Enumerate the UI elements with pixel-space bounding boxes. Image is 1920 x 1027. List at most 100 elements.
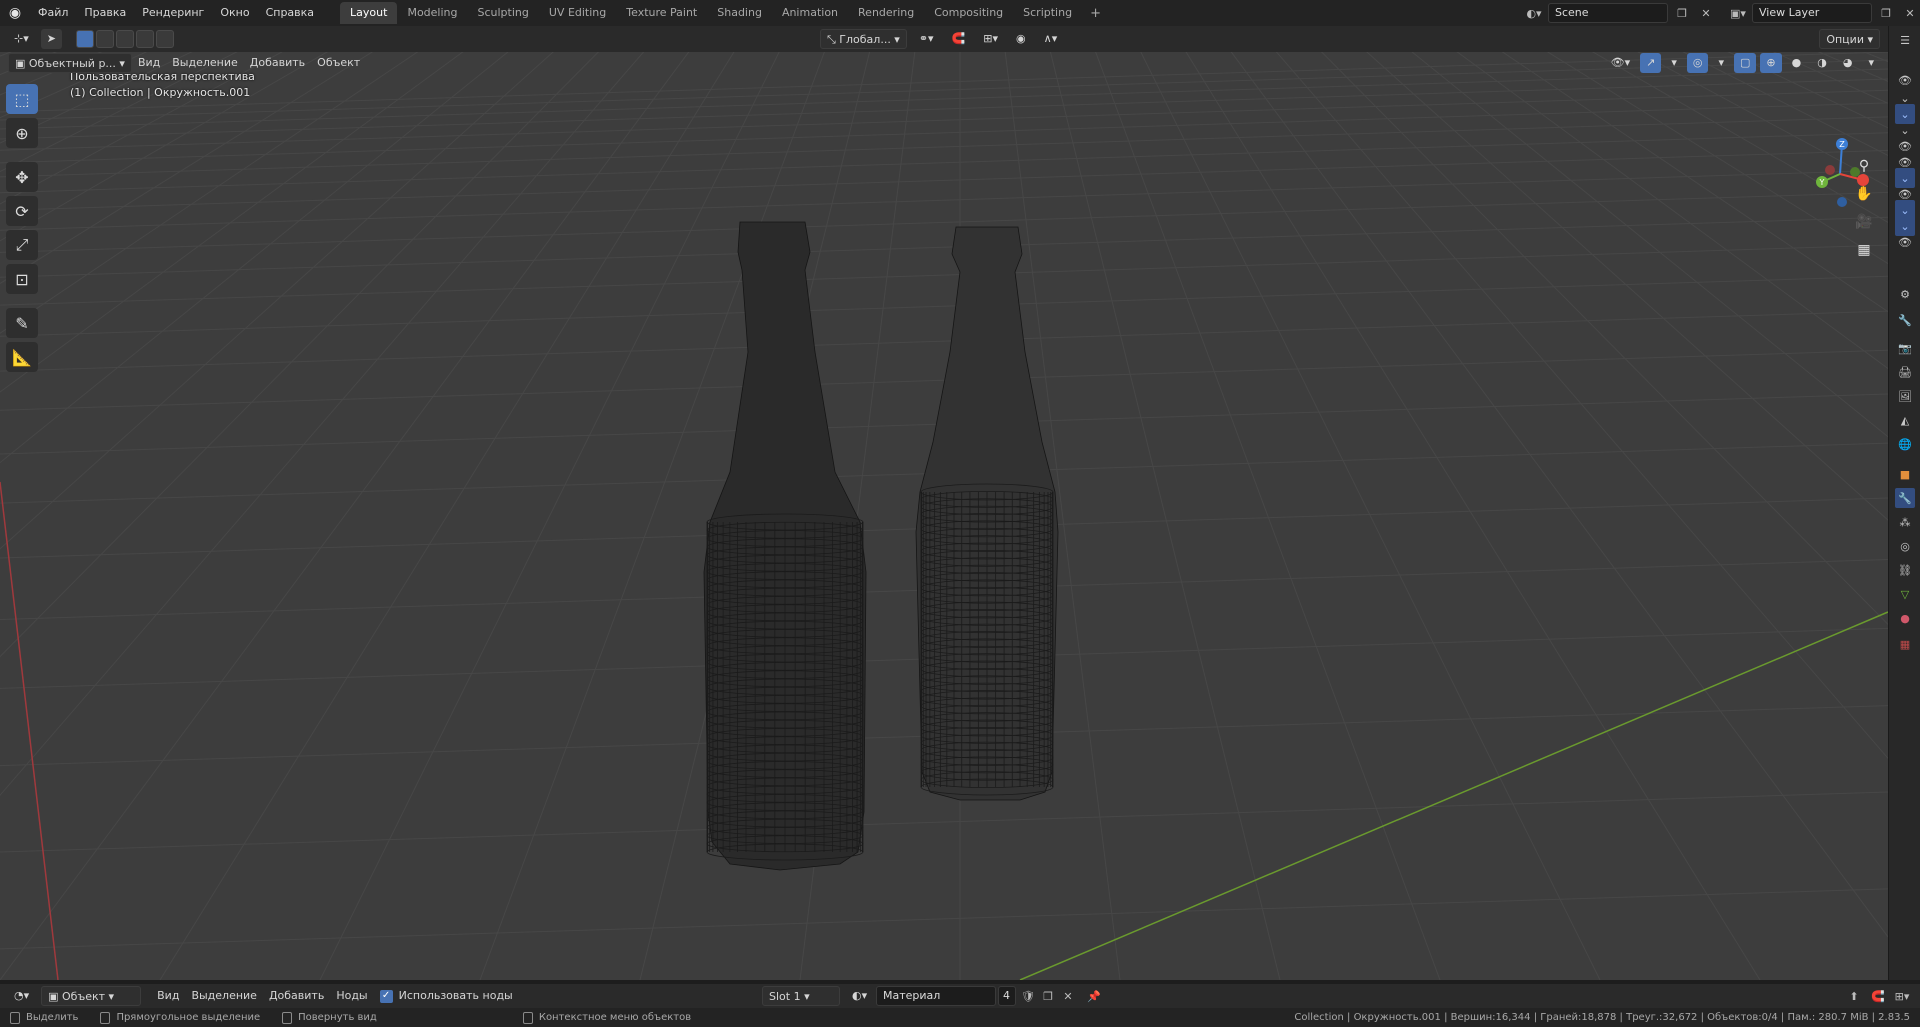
select-tool-icon[interactable]: ➤ [40, 29, 62, 49]
menu-render[interactable]: Рендеринг [134, 2, 212, 24]
blender-logo-icon[interactable]: ◉ [0, 0, 30, 26]
modifier-properties-icon[interactable]: 🔧 [1895, 488, 1915, 508]
measure-tool-icon[interactable]: 📐 [6, 342, 38, 372]
tab-texture-paint[interactable]: Texture Paint [616, 2, 707, 24]
particles-properties-icon[interactable]: ⁂ [1895, 512, 1915, 532]
select-box-tool-icon[interactable]: ⬚ [6, 84, 38, 114]
cursor-tool-icon[interactable]: ⊕ [6, 118, 38, 148]
solid-shading-icon[interactable]: ● [1786, 53, 1808, 73]
editor-type-icon[interactable]: ⊹▾ [8, 29, 35, 49]
snap-icon[interactable]: 🧲 [946, 29, 972, 49]
visibility-icon[interactable]: 👁▾ [1605, 53, 1637, 73]
transform-orientation-dropdown[interactable]: ⤡ Глобал... ▾ [820, 29, 907, 49]
texture-properties-icon[interactable]: ▦ [1895, 634, 1915, 654]
use-nodes-toggle[interactable]: ✓ Использовать ноды [374, 986, 519, 1006]
tool-properties-icon[interactable]: 🔧 [1895, 310, 1915, 330]
close-scene-icon[interactable]: ✕ [1696, 3, 1716, 23]
wireframe-shading-icon[interactable]: ⊕ [1760, 53, 1782, 73]
menu-add[interactable]: Добавить [244, 53, 311, 73]
select-subtract-icon[interactable] [115, 30, 134, 48]
tab-sculpting[interactable]: Sculpting [468, 2, 539, 24]
menu-select[interactable]: Выделение [185, 986, 263, 1006]
menu-window[interactable]: Окно [212, 2, 257, 24]
view-layer-properties-icon[interactable]: 🖼 [1895, 386, 1915, 406]
slot-dropdown[interactable]: Slot 1 ▾ [762, 986, 840, 1006]
copy-scene-icon[interactable]: ❐ [1672, 3, 1692, 23]
material-browse-icon[interactable]: ◐▾ [846, 986, 873, 1006]
material-users-count[interactable]: 4 [998, 986, 1016, 1006]
output-properties-icon[interactable]: 🖨 [1895, 362, 1915, 382]
pin-icon[interactable]: 📌 [1084, 986, 1104, 1006]
physics-properties-icon[interactable]: ◎ [1895, 536, 1915, 556]
gizmo-toggle-icon[interactable]: ↗ [1640, 53, 1662, 73]
add-workspace-button[interactable]: + [1082, 6, 1109, 21]
menu-select[interactable]: Выделение [166, 53, 244, 73]
pan-hand-icon[interactable]: ✋ [1850, 183, 1878, 205]
pivot-icon[interactable]: ⚭▾ [913, 29, 940, 49]
falloff-icon[interactable]: ∧▾ [1038, 29, 1064, 49]
outliner-icon[interactable]: ☰ [1895, 30, 1915, 50]
copy-view-layer-icon[interactable]: ❐ [1876, 3, 1896, 23]
menu-object[interactable]: Объект [311, 53, 366, 73]
proportional-edit-icon[interactable]: ◉ [1010, 29, 1032, 49]
scene-name-field[interactable]: Scene [1548, 3, 1668, 23]
select-intersect-icon[interactable] [155, 30, 174, 48]
data-properties-icon[interactable]: ▽ [1895, 584, 1915, 604]
eye-icon[interactable]: 👁 [1895, 232, 1915, 252]
xray-icon[interactable]: ▢ [1734, 53, 1757, 73]
snap-mode-icon[interactable]: ⊞▾ [1892, 986, 1912, 1006]
material-properties-icon[interactable]: ● [1895, 608, 1915, 628]
rendered-shading-icon[interactable]: ◕ [1837, 53, 1859, 73]
move-tool-icon[interactable]: ✥ [6, 162, 38, 192]
object-type-dropdown[interactable]: ▣ Объект ▾ [41, 986, 142, 1006]
properties-editor-icon[interactable]: ⚙ [1895, 284, 1915, 304]
overlay-toggle-icon[interactable]: ◎ [1686, 53, 1709, 73]
tab-compositing[interactable]: Compositing [924, 2, 1013, 24]
snap-icon[interactable]: 🧲 [1868, 986, 1888, 1006]
tab-shading[interactable]: Shading [707, 2, 772, 24]
tab-rendering[interactable]: Rendering [848, 2, 924, 24]
editor-type-icon[interactable]: ◔▾ [8, 986, 35, 1006]
menu-nodes[interactable]: Ноды [330, 986, 373, 1006]
scene-properties-icon[interactable]: ◭ [1895, 410, 1915, 430]
world-properties-icon[interactable]: 🌐 [1895, 434, 1915, 454]
menu-help[interactable]: Справка [258, 2, 322, 24]
overlay-dropdown-icon[interactable]: ▾ [1712, 53, 1730, 73]
zoom-icon[interactable]: ⚲ [1850, 155, 1878, 177]
constraints-properties-icon[interactable]: ⛓ [1895, 560, 1915, 580]
material-shading-icon[interactable]: ◑ [1811, 53, 1833, 73]
grid-view-icon[interactable]: ▦ [1850, 239, 1878, 261]
annotate-tool-icon[interactable]: ✎ [6, 308, 38, 338]
select-invert-icon[interactable] [135, 30, 154, 48]
menu-add[interactable]: Добавить [263, 986, 330, 1006]
eye-icon[interactable]: 👁 [1895, 70, 1915, 90]
tab-layout[interactable]: Layout [340, 2, 398, 24]
fake-user-icon[interactable]: 🛡 [1018, 986, 1038, 1006]
3d-viewport[interactable]: Пользовательская перспектива (1) Collect… [0, 52, 1888, 980]
rotate-tool-icon[interactable]: ⟳ [6, 196, 38, 226]
menu-edit[interactable]: Правка [76, 2, 134, 24]
unlink-material-icon[interactable]: ✕ [1058, 986, 1078, 1006]
tab-animation[interactable]: Animation [772, 2, 848, 24]
object-properties-icon[interactable]: ■ [1895, 464, 1915, 484]
select-extend-icon[interactable] [95, 30, 114, 48]
duplicate-material-icon[interactable]: ❐ [1038, 986, 1058, 1006]
scene-icon[interactable]: ◐▾ [1524, 3, 1544, 23]
tab-modeling[interactable]: Modeling [397, 2, 467, 24]
menu-view[interactable]: Вид [151, 986, 185, 1006]
scale-tool-icon[interactable]: ⤢ [6, 230, 38, 260]
shading-dropdown-icon[interactable]: ▾ [1862, 53, 1880, 73]
close-view-layer-icon[interactable]: ✕ [1900, 3, 1920, 23]
tab-scripting[interactable]: Scripting [1013, 2, 1082, 24]
view-layer-icon[interactable]: ▣▾ [1728, 3, 1748, 23]
menu-view[interactable]: Вид [132, 53, 166, 73]
tab-uv-editing[interactable]: UV Editing [539, 2, 616, 24]
camera-icon[interactable]: 🎥 [1850, 211, 1878, 233]
view-layer-field[interactable]: View Layer [1752, 3, 1872, 23]
mode-dropdown[interactable]: ▣ Объектный р... ▾ [8, 53, 132, 73]
options-dropdown[interactable]: Опции ▾ [1819, 29, 1880, 49]
menu-file[interactable]: Файл [30, 2, 76, 24]
select-new-icon[interactable] [75, 30, 94, 48]
render-properties-icon[interactable]: 📷 [1895, 338, 1915, 358]
transform-tool-icon[interactable]: ⊡ [6, 264, 38, 294]
